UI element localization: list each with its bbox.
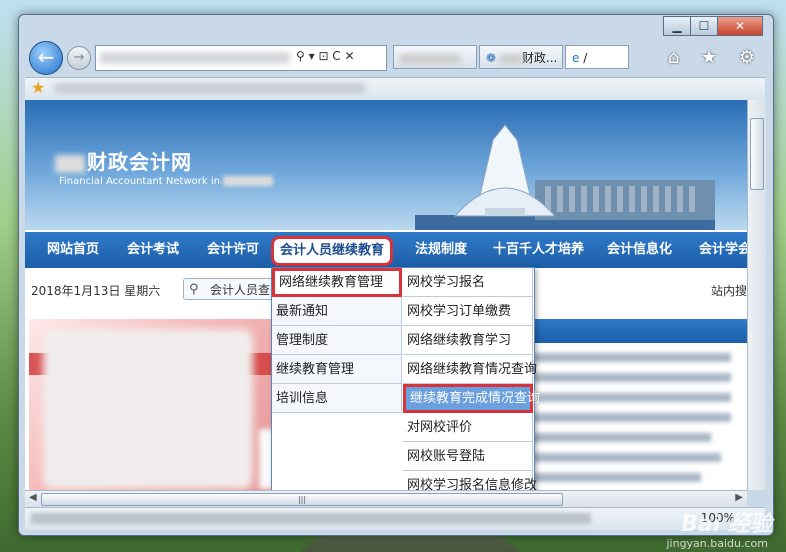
baidu-watermark: Bai 经验 <box>681 512 772 537</box>
menu-item-study-status-query[interactable]: 网络继续教育情况查询 <box>403 355 537 384</box>
menu-item-management-system[interactable]: 管理制度 <box>272 326 402 355</box>
address-bar[interactable]: ⚲ ▾ ⊡ C ✕ <box>95 45 387 71</box>
tab-label: / <box>583 51 588 65</box>
page-content: 财政会计网 Financial Accountant Network in 网站… <box>25 100 747 490</box>
site-subtitle-text: Financial Accountant Network in <box>59 176 220 187</box>
arrow-right-icon: → <box>73 50 85 65</box>
menu-item-latest-notice[interactable]: 最新通知 <box>272 297 402 326</box>
vertical-scroll-thumb[interactable] <box>750 118 764 190</box>
search-input[interactable]: ⚲ 会计人员查 <box>183 278 275 300</box>
menu-item-training-info[interactable]: 培训信息 <box>272 384 402 413</box>
status-bar: 100% <box>25 507 765 530</box>
main-nav: 网站首页 会计考试 会计许可 会计人员继续教育 法规制度 十百千人才培养 会计信… <box>25 232 747 268</box>
news-line[interactable] <box>531 373 731 382</box>
baidu-watermark-url: jingyan.baidu.com <box>666 537 768 550</box>
menu-item-completion-query[interactable]: 继续教育完成情况查询 <box>403 384 540 413</box>
menu-item-network-edu-mgmt[interactable]: 网络继续教育管理 <box>272 268 402 297</box>
site-banner: 财政会计网 Financial Accountant Network in <box>25 100 747 230</box>
search-value: 会计人员查 <box>210 283 271 297</box>
tab-title-blurred <box>499 53 522 64</box>
news-line[interactable] <box>531 433 711 442</box>
building-illustration <box>415 124 715 230</box>
site-title-text: 财政会计网 <box>87 150 192 174</box>
menu-item-order-payment[interactable]: 网校学习订单缴费 <box>403 297 533 326</box>
scroll-left-icon[interactable]: ◀ <box>29 492 37 503</box>
tab-title-blurred <box>400 53 460 64</box>
nav-accounting-it[interactable]: 会计信息化 <box>607 232 672 268</box>
nav-accounting-exam[interactable]: 会计考试 <box>127 232 179 268</box>
nav-accounting-society[interactable]: 会计学会 <box>699 232 747 268</box>
news-line[interactable] <box>531 453 721 462</box>
site-title[interactable]: 财政会计网 <box>55 146 192 175</box>
nav-continuing-education[interactable]: 会计人员继续教育 <box>271 236 394 266</box>
close-button[interactable]: ✕ <box>717 16 763 36</box>
favorites-bar: ★ <box>25 77 765 101</box>
title-blurred-prefix <box>55 154 85 173</box>
status-url-blurred <box>31 513 591 524</box>
photo-blurred-region <box>43 329 253 489</box>
address-url-blurred <box>100 52 290 64</box>
nav-accounting-license[interactable]: 会计许可 <box>207 232 259 268</box>
horizontal-scrollbar[interactable]: ◀ ||| ▶ <box>25 490 747 507</box>
favorites-links-blurred[interactable] <box>55 83 365 94</box>
ie-icon: e <box>572 51 580 65</box>
browser-toolbar: ← → ⚲ ▾ ⊡ C ✕ ❁ 财政... e / ⌂ ★ ⚙ <box>25 41 765 75</box>
minimize-button[interactable]: ▁ <box>663 16 691 36</box>
menu-item-account-login[interactable]: 网校账号登陆 <box>403 442 533 471</box>
favorites-star-icon[interactable]: ★ <box>31 78 45 97</box>
nav-dropdown-menu: 网络继续教育管理 最新通知 管理制度 继续教育管理 培训信息 网校学习报名 网校… <box>271 267 540 490</box>
nav-regulations[interactable]: 法规制度 <box>415 232 467 268</box>
address-bar-icons[interactable]: ⚲ ▾ ⊡ C ✕ <box>296 49 355 63</box>
forward-button[interactable]: → <box>67 46 91 70</box>
current-date: 2018年1月13日 星期六 <box>31 284 161 298</box>
back-button[interactable]: ← <box>29 41 63 75</box>
tab-label: 财政... <box>521 51 558 65</box>
menu-item-school-registration[interactable]: 网校学习报名 <box>403 268 533 297</box>
search-icon: ⚲ <box>189 282 199 297</box>
menu-item-registration-edit[interactable]: 网校学习报名信息修改 <box>403 471 537 490</box>
menu-item-continuing-edu-mgmt[interactable]: 继续教育管理 <box>272 355 402 384</box>
browser-window: ▁ ☐ ✕ ← → ⚲ ▾ ⊡ C ✕ ❁ 财政... e / ⌂ ★ ⚙ ★ <box>18 14 774 536</box>
window-controls: ▁ ☐ ✕ <box>663 16 763 36</box>
browser-tab-1[interactable] <box>393 45 477 69</box>
site-subtitle: Financial Accountant Network in <box>59 176 274 187</box>
scroll-right-icon[interactable]: ▶ <box>735 492 743 503</box>
browser-tools[interactable]: ⌂ ★ ⚙ <box>668 47 763 68</box>
news-line[interactable] <box>531 353 731 362</box>
news-line[interactable] <box>531 393 731 402</box>
browser-tab-3[interactable]: e / <box>565 45 629 69</box>
home-star-gear-icon[interactable]: ⌂ ★ ⚙ <box>668 47 763 68</box>
menu-item-online-study[interactable]: 网络继续教育学习 <box>403 326 533 355</box>
arrow-left-icon: ← <box>37 45 55 69</box>
news-line[interactable] <box>531 473 701 482</box>
horizontal-scroll-thumb[interactable]: ||| <box>41 493 563 506</box>
vertical-scrollbar[interactable] <box>747 100 766 490</box>
subtitle-blurred-suffix <box>223 176 274 186</box>
nav-talent-training[interactable]: 十百千人才培养 <box>493 232 584 268</box>
news-line[interactable] <box>531 413 731 422</box>
menu-item-school-evaluation[interactable]: 对网校评价 <box>403 413 533 442</box>
browser-tab-2[interactable]: ❁ 财政... <box>479 45 563 69</box>
nav-home[interactable]: 网站首页 <box>47 232 99 268</box>
paw-icon: ❁ <box>486 51 497 65</box>
maximize-button[interactable]: ☐ <box>690 16 718 36</box>
site-search-label[interactable]: 站内搜 <box>711 282 747 299</box>
